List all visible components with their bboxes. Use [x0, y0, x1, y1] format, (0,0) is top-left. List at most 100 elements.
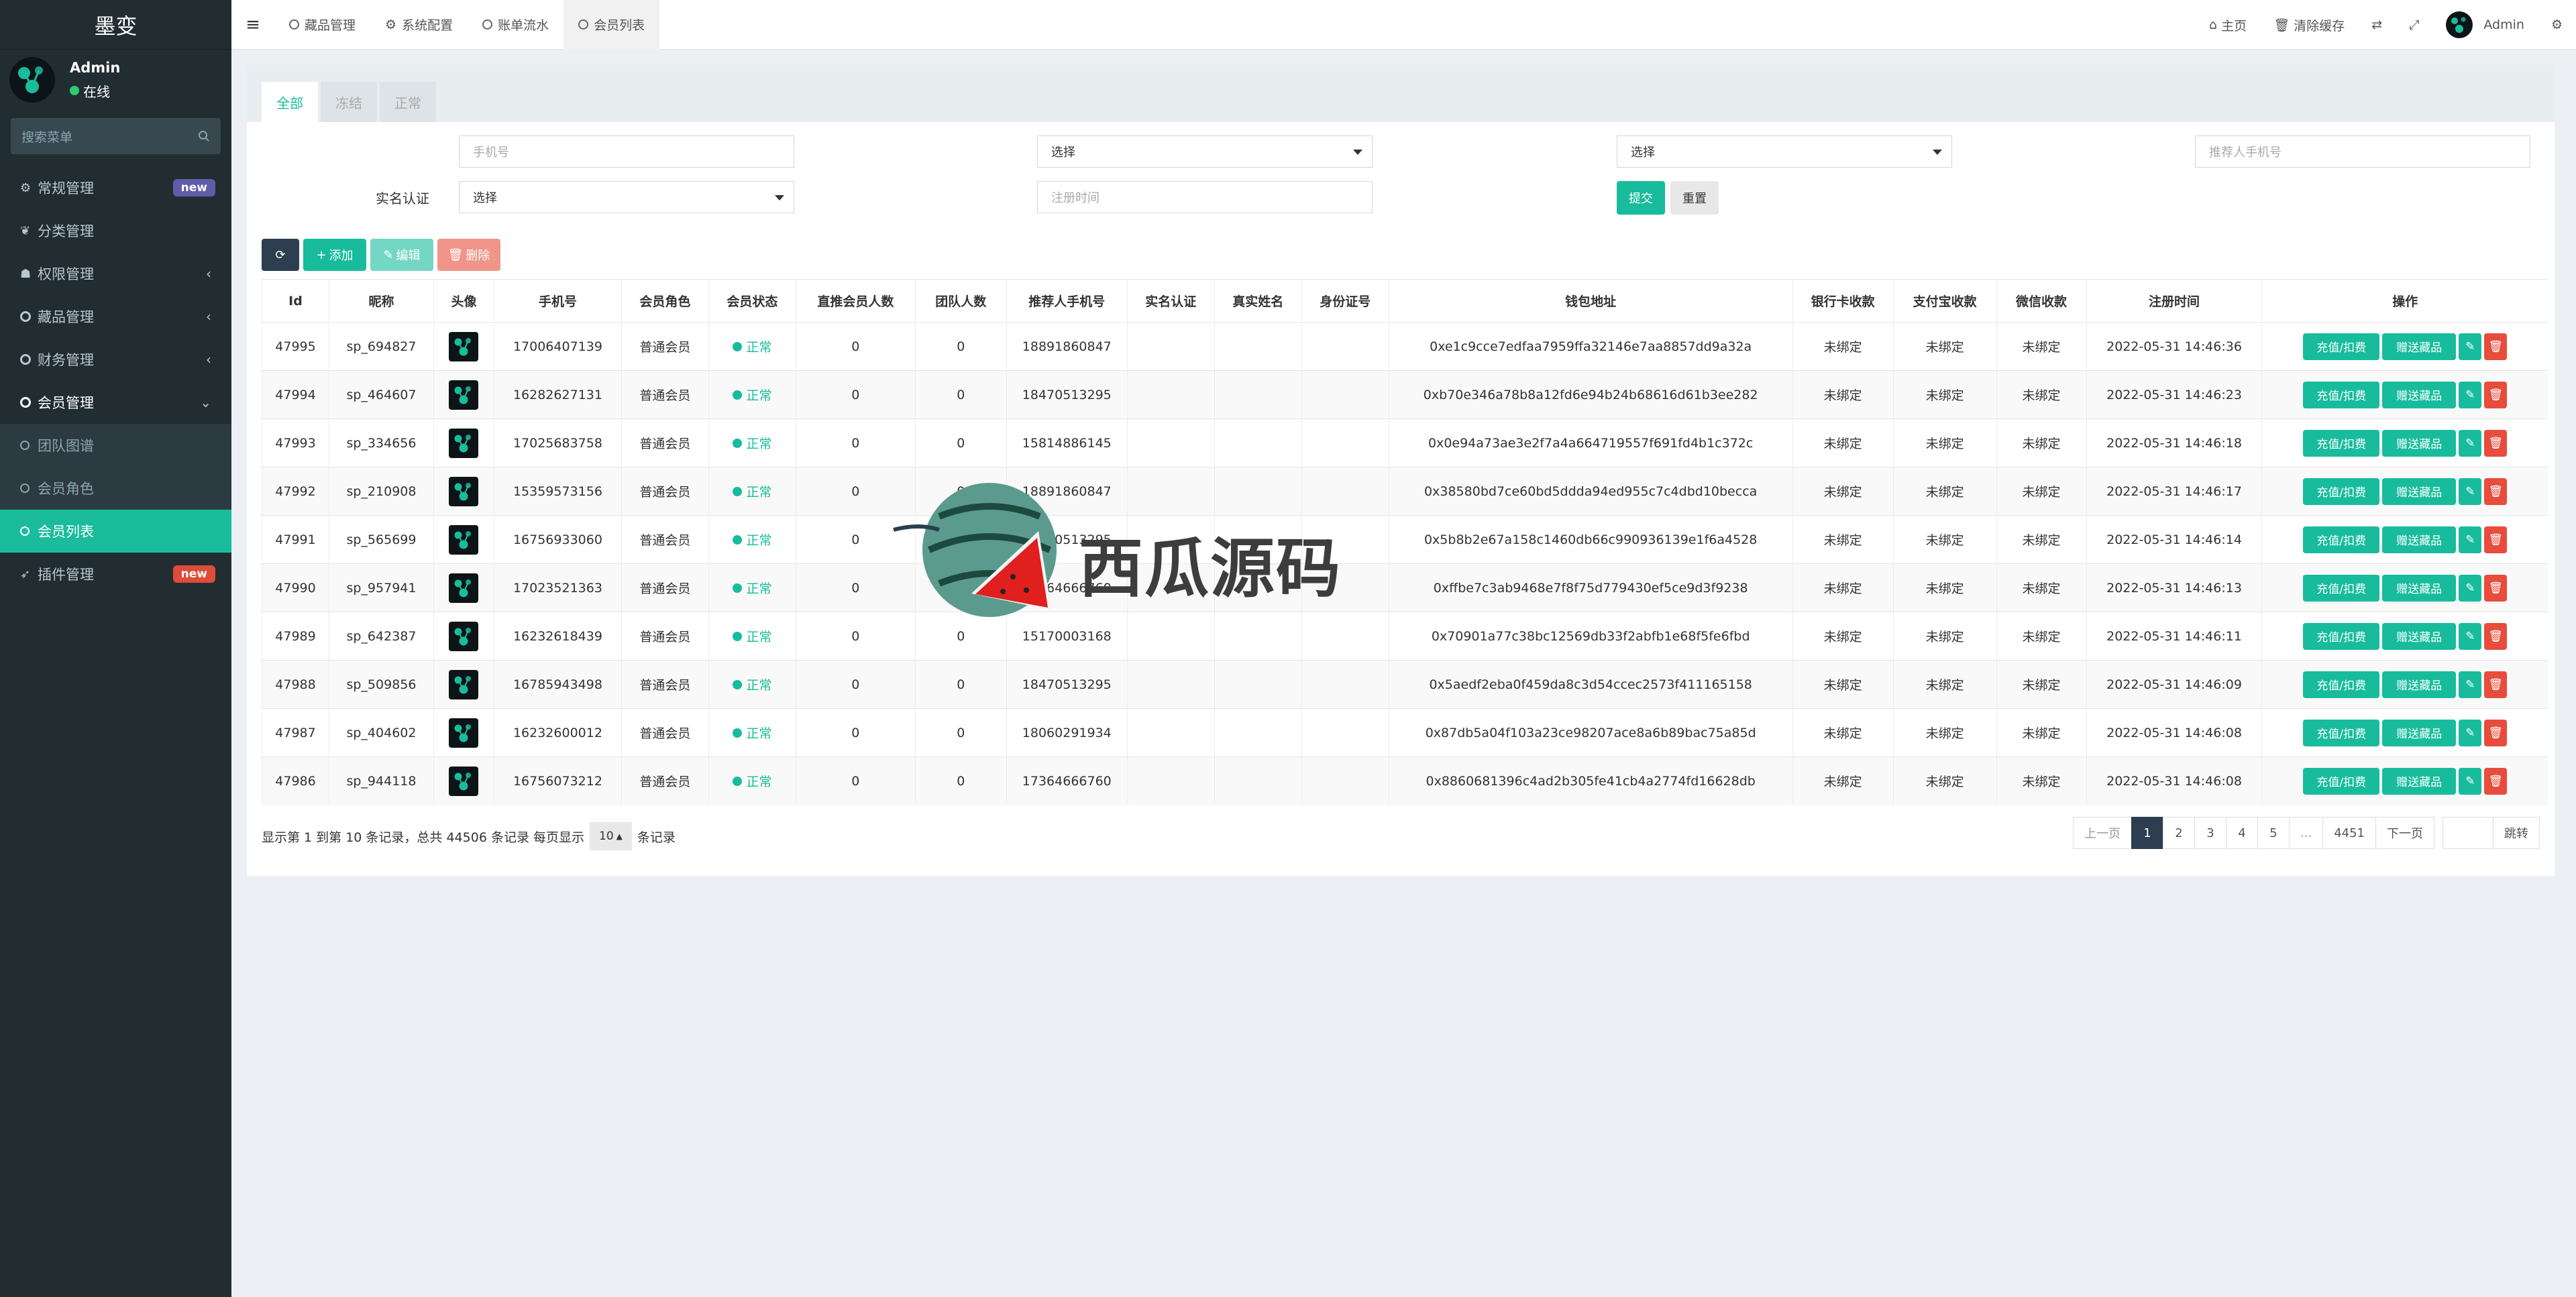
referrer-input[interactable]: 推荐人手机号	[2195, 135, 2530, 168]
tab-frozen[interactable]: 冻结	[321, 82, 377, 122]
delete-row-button[interactable]: 🗑	[2484, 429, 2508, 457]
avatar[interactable]	[449, 718, 479, 748]
status-badge[interactable]: 正常	[733, 386, 771, 404]
column-header[interactable]: 真实姓名	[1214, 279, 1302, 323]
delete-row-button[interactable]: 🗑	[2484, 526, 2508, 553]
regtime-input[interactable]: 注册时间	[1037, 181, 1373, 213]
edit-row-button[interactable]: ✎	[2459, 719, 2482, 746]
tab-collection[interactable]: 藏品管理	[274, 0, 370, 50]
clear-cache-button[interactable]: 🗑 清除缓存	[2260, 0, 2358, 50]
gift-collection-button[interactable]: 赠送藏品	[2382, 381, 2457, 408]
charge-button[interactable]: 充值/扣费	[2303, 574, 2380, 602]
status-badge[interactable]: 正常	[733, 724, 771, 742]
avatar[interactable]	[449, 476, 479, 506]
edit-button[interactable]: ✎ 编辑	[370, 239, 433, 271]
table-row[interactable]: 47986 sp_944118 16756073212 普通会员 正常 0 0 1736466…	[262, 756, 2548, 805]
column-header[interactable]: 支付宝收款	[1892, 279, 1997, 323]
sidebar-item-team-graph[interactable]: 团队图谱	[0, 424, 231, 467]
gift-collection-button[interactable]: 赠送藏品	[2382, 526, 2457, 553]
table-row[interactable]: 47989 sp_642387 16232618439 普通会员 正常 0 0 1517000…	[262, 612, 2548, 661]
next-page-button[interactable]: 下一页	[2375, 817, 2434, 849]
delete-row-button[interactable]: 🗑	[2484, 671, 2508, 698]
user-menu[interactable]: Admin	[2432, 0, 2538, 50]
sidebar-item-finance[interactable]: 财务管理 ‹	[0, 338, 231, 381]
avatar[interactable]	[449, 621, 479, 651]
delete-row-button[interactable]: 🗑	[2484, 719, 2508, 746]
column-header[interactable]: 手机号	[493, 279, 622, 323]
table-row[interactable]: 47987 sp_404602 16232600012 普通会员 正常 0 0 1806029…	[262, 708, 2548, 757]
charge-button[interactable]: 充值/扣费	[2303, 381, 2380, 408]
tab-all[interactable]: 全部	[262, 82, 318, 122]
edit-row-button[interactable]: ✎	[2459, 526, 2482, 553]
menu-search-input[interactable]: 搜索菜单	[11, 118, 221, 154]
jump-page-input[interactable]	[2443, 817, 2493, 849]
sidebar-item-category[interactable]: ❦ 分类管理	[0, 209, 231, 252]
sidebar-toggle-icon[interactable]: ≡	[231, 0, 274, 50]
prev-page-button[interactable]: 上一页	[2073, 817, 2133, 849]
avatar[interactable]	[449, 428, 479, 458]
role-select[interactable]: 选择	[1037, 135, 1373, 168]
charge-button[interactable]: 充值/扣费	[2303, 671, 2380, 698]
status-select[interactable]: 选择	[1617, 135, 1952, 168]
status-badge[interactable]: 正常	[733, 434, 771, 452]
page-size-select[interactable]: 10 ▲	[590, 822, 632, 850]
page-button[interactable]: 3	[2194, 817, 2227, 849]
status-badge[interactable]: 正常	[733, 675, 771, 693]
gift-collection-button[interactable]: 赠送藏品	[2382, 622, 2457, 650]
edit-row-button[interactable]: ✎	[2459, 477, 2482, 505]
page-button[interactable]: 1	[2131, 817, 2164, 849]
charge-button[interactable]: 充值/扣费	[2303, 477, 2380, 505]
status-badge[interactable]: 正常	[733, 530, 771, 549]
status-badge[interactable]: 正常	[733, 627, 771, 645]
sidebar-item-plugin[interactable]: ➶ 插件管理 new	[0, 553, 231, 596]
page-button[interactable]: 2	[2163, 817, 2196, 849]
refresh-button[interactable]: ⟳	[262, 239, 299, 271]
delete-row-button[interactable]: 🗑	[2484, 381, 2508, 408]
column-header[interactable]: 推荐人手机号	[1006, 279, 1128, 323]
status-badge[interactable]: 正常	[733, 772, 771, 790]
tab-billing[interactable]: 账单流水	[468, 0, 564, 50]
table-row[interactable]: 47991sp_56569916756933060普通会员正常001847051…	[262, 515, 2548, 564]
column-header[interactable]: 身份证号	[1301, 279, 1389, 323]
edit-row-button[interactable]: ✎	[2459, 767, 2482, 795]
sidebar-item-member-list[interactable]: 会员列表	[0, 510, 231, 553]
delete-row-button[interactable]: 🗑	[2484, 767, 2508, 795]
column-header[interactable]: 头像	[433, 279, 494, 323]
tab-normal[interactable]: 正常	[380, 82, 436, 122]
app-logo[interactable]: 墨变	[0, 0, 231, 50]
delete-row-button[interactable]: 🗑	[2484, 477, 2508, 505]
charge-button[interactable]: 充值/扣费	[2303, 429, 2380, 457]
edit-row-button[interactable]: ✎	[2459, 381, 2482, 408]
charge-button[interactable]: 充值/扣费	[2303, 333, 2380, 360]
charge-button[interactable]: 充值/扣费	[2303, 767, 2380, 795]
charge-button[interactable]: 充值/扣费	[2303, 622, 2380, 650]
edit-row-button[interactable]: ✎	[2459, 671, 2482, 698]
column-header[interactable]: Id	[262, 279, 329, 323]
column-header[interactable]: 直推会员人数	[795, 279, 916, 323]
charge-button[interactable]: 充值/扣费	[2303, 719, 2380, 746]
column-header[interactable]: 团队人数	[914, 279, 1007, 323]
column-header[interactable]: 钱包地址	[1388, 279, 1793, 323]
column-header[interactable]: 微信收款	[1996, 279, 2087, 323]
column-header[interactable]: 实名认证	[1126, 279, 1215, 323]
add-button[interactable]: + 添加	[303, 239, 366, 271]
realname-select[interactable]: 选择	[459, 181, 794, 213]
avatar[interactable]	[449, 766, 479, 796]
sidebar-item-member-role[interactable]: 会员角色	[0, 467, 231, 510]
table-row[interactable]: 47992sp_21090815359573156普通会员正常001889186…	[262, 467, 2548, 516]
home-link[interactable]: ⌂ 主页	[2196, 0, 2260, 50]
table-row[interactable]: 47990sp_95794117023521363普通会员正常001736466…	[262, 563, 2548, 612]
edit-row-button[interactable]: ✎	[2459, 429, 2482, 457]
delete-row-button[interactable]: 🗑	[2484, 333, 2508, 360]
status-badge[interactable]: 正常	[733, 337, 771, 355]
delete-button[interactable]: 🗑 删除	[437, 239, 500, 271]
submit-button[interactable]: 提交	[1617, 181, 1665, 215]
column-header[interactable]: 昵称	[328, 279, 434, 323]
reset-button[interactable]: 重置	[1670, 181, 1719, 215]
table-row[interactable]: 47994 sp_464607 16282627131 普通会员 正常 0 0 1847051…	[262, 370, 2548, 419]
edit-row-button[interactable]: ✎	[2459, 333, 2482, 360]
gift-collection-button[interactable]: 赠送藏品	[2382, 671, 2457, 698]
fullscreen-icon[interactable]: ⤢	[2396, 0, 2432, 50]
delete-row-button[interactable]: 🗑	[2484, 574, 2508, 602]
status-badge[interactable]: 正常	[733, 579, 771, 597]
